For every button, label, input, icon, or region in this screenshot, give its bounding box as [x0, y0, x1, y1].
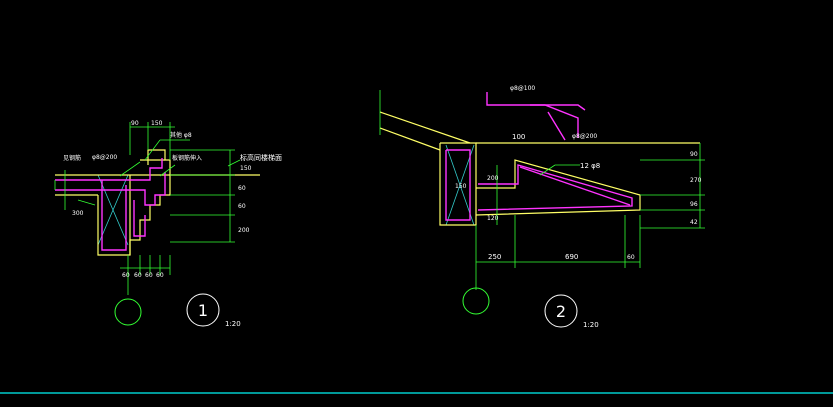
cad-drawing-canvas[interactable]: 90 150 其他 φ8 φ8@200 板钢筋伸入 标高同楼梯面 见钢筋 150…: [0, 0, 833, 407]
stair-slab-top: [379, 111, 471, 144]
bar-label: 12 φ8: [580, 162, 600, 170]
leader-line: [77, 199, 96, 206]
detail-1-dimensions: [54, 122, 235, 295]
dim-top-1: 90: [131, 120, 139, 127]
top-rebar-detail: [486, 92, 579, 138]
leader-line: [119, 161, 141, 177]
label-elevation: 标高同楼梯面: [240, 153, 282, 162]
diagonal-rebar: [519, 166, 631, 206]
dim-bottom-2: 690: [565, 253, 578, 261]
dim-top-2: 150: [151, 120, 163, 127]
dim-100: 100: [512, 133, 525, 141]
detail-2: φ8@100 φ8@200 100 12 φ8 150 200 120 90 2…: [379, 85, 705, 329]
label-slab-rebar: 板钢筋伸入: [172, 154, 202, 162]
dim-bottom-2: 60: [134, 272, 142, 279]
dim-left-3: 120: [487, 215, 499, 222]
detail-2-axis-bubble: [462, 287, 490, 315]
dim-right-3: 60: [238, 203, 246, 210]
detail-1-number: 1: [198, 301, 208, 320]
dim-left: 300: [72, 210, 84, 217]
rebar-label-top: φ8@100: [510, 85, 535, 92]
dim-right-2: 60: [238, 185, 246, 192]
dim-left-1: 150: [455, 183, 467, 190]
rebar-label-other: 其他 φ8: [170, 131, 192, 139]
detail-2-rebar: [445, 92, 633, 221]
dim-left-2: 200: [487, 175, 499, 182]
rebar-label-spacing: φ8@200: [92, 154, 117, 161]
dim-right-1: 90: [690, 151, 698, 158]
slab-bottom-rebar: [55, 172, 166, 206]
detail-1-axis-bubble: [114, 298, 142, 326]
dim-right-4: 200: [238, 227, 250, 234]
dim-right-3: 96: [690, 201, 698, 208]
detail-1-scale: 1:20: [225, 320, 241, 328]
dim-right-1: 150: [240, 165, 252, 172]
dim-right-4: 42: [690, 219, 698, 226]
cad-drawing: 90 150 其他 φ8 φ8@200 板钢筋伸入 标高同楼梯面 见钢筋 150…: [0, 85, 833, 394]
label-see-rebar: 见钢筋: [63, 154, 81, 162]
dim-right-2: 270: [690, 177, 702, 184]
detail-1: 90 150 其他 φ8 φ8@200 板钢筋伸入 标高同楼梯面 见钢筋 150…: [54, 120, 282, 328]
dim-bottom-1: 60: [122, 272, 130, 279]
detail-2-number: 2: [556, 302, 566, 321]
stair-slab-bottom: [379, 127, 441, 151]
rebar-label-mid: φ8@200: [572, 133, 597, 140]
dim-bottom-1: 250: [488, 253, 501, 261]
dim-bottom-3: 60: [627, 254, 635, 261]
detail-2-dimensions: [379, 90, 705, 290]
dim-bottom-3: 60: [145, 272, 153, 279]
dim-bottom-4: 60: [156, 272, 164, 279]
detail-2-scale: 1:20: [583, 321, 599, 329]
diagonal-rebar-detail: [547, 111, 566, 141]
